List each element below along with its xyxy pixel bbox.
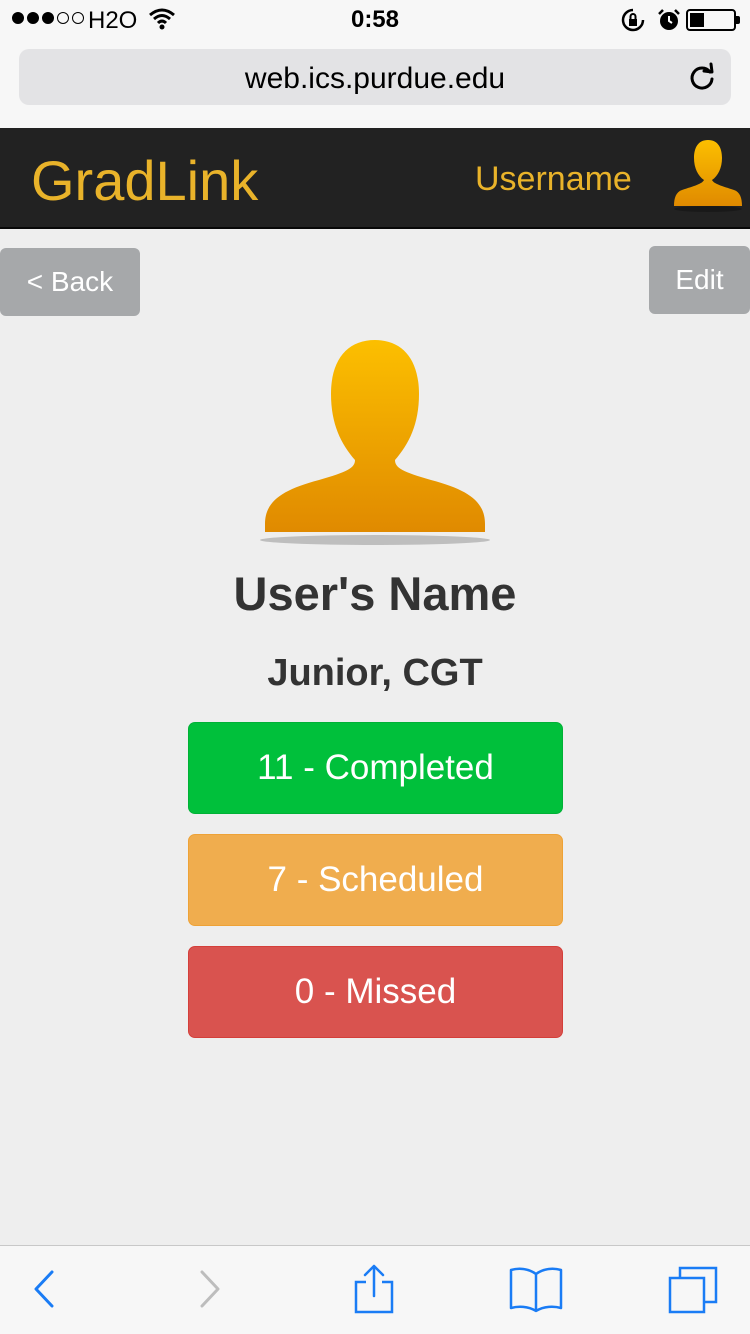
scheduled-button[interactable]: 7 - Scheduled [188, 834, 563, 926]
user-avatar-icon[interactable] [668, 136, 748, 223]
rotation-lock-icon [621, 8, 645, 39]
browser-toolbar [0, 1245, 750, 1334]
back-arrow-icon[interactable] [28, 1264, 58, 1319]
alarm-icon [657, 8, 681, 39]
missed-button[interactable]: 0 - Missed [188, 946, 563, 1038]
reload-icon[interactable] [687, 61, 717, 98]
bookmarks-icon[interactable] [508, 1264, 564, 1319]
url-text[interactable]: web.ics.purdue.edu [19, 62, 731, 96]
forward-arrow-icon[interactable] [196, 1264, 226, 1319]
nav-username[interactable]: Username [475, 160, 632, 199]
profile-name: User's Name [233, 567, 517, 620]
profile-avatar-icon [255, 338, 495, 555]
completed-button[interactable]: 11 - Completed [188, 722, 563, 814]
brand-logo[interactable]: GradLink [31, 148, 258, 213]
battery-icon [686, 9, 740, 31]
back-button[interactable]: < Back [0, 248, 140, 316]
profile-class-info: Junior, CGT [267, 652, 483, 694]
status-bar: H2O 0:58 [0, 0, 750, 40]
tabs-icon[interactable] [666, 1264, 720, 1321]
address-bar[interactable]: web.ics.purdue.edu [19, 49, 731, 105]
share-icon[interactable] [352, 1264, 396, 1321]
edit-button[interactable]: Edit [649, 246, 750, 314]
app-navbar: GradLink Username [0, 128, 750, 229]
browser-address-area: web.ics.purdue.edu [0, 40, 750, 128]
